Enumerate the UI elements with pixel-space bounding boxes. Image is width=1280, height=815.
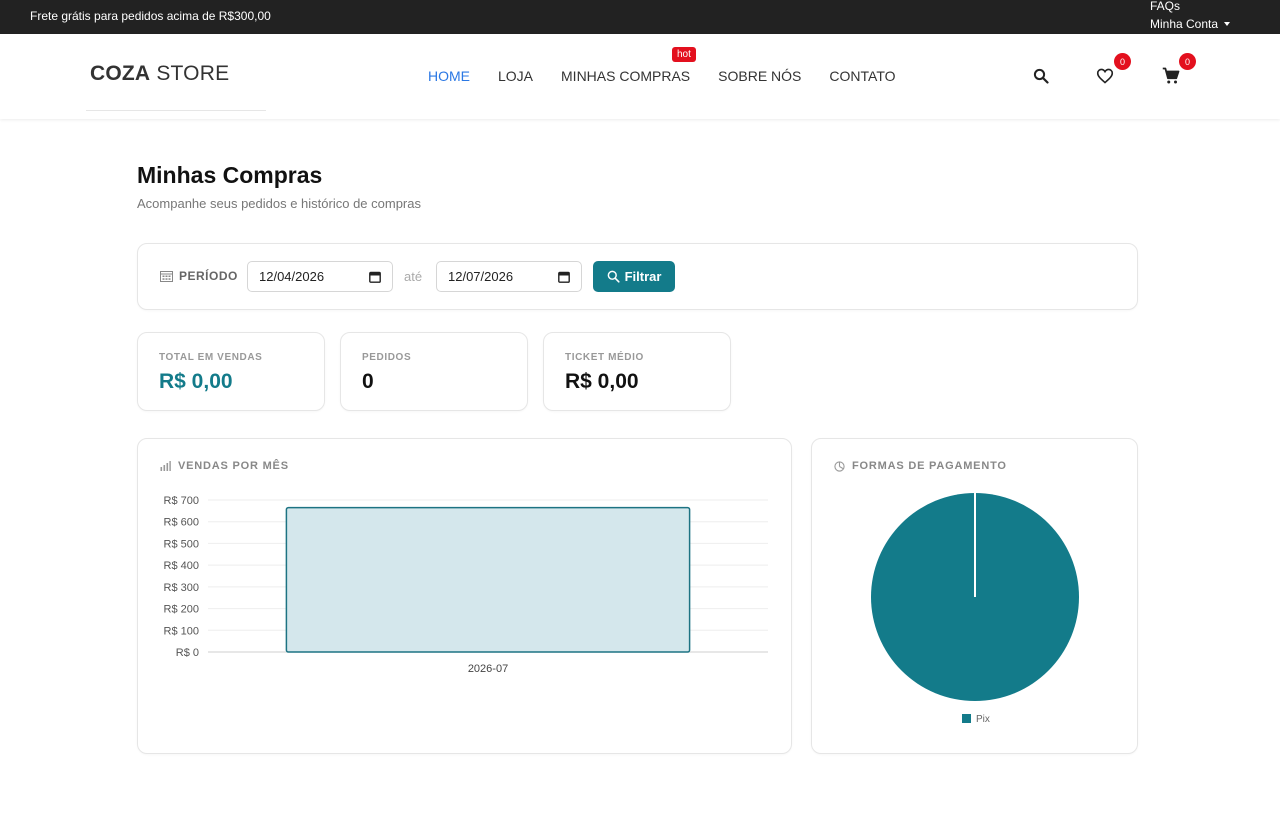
start-date-value: 12/04/2026: [259, 269, 325, 284]
nav-contato[interactable]: CONTATO: [829, 68, 895, 84]
calendar-picker-icon[interactable]: [558, 271, 570, 283]
filter-button-label: Filtrar: [624, 269, 662, 284]
page-title: Minhas Compras: [137, 162, 323, 188]
legend-swatch: [962, 714, 971, 723]
bar-mark[interactable]: [285, 506, 691, 653]
sales-bar-chart: R$ 0 R$ 100 R$ 200 R$ 300 R$ 400 R$ 500 R$ 600…: [164, 495, 768, 675]
stat-value: 0: [362, 370, 374, 393]
hot-badge: hot: [672, 47, 696, 62]
logo-light-text: STORE: [150, 62, 230, 85]
logo-bold-text: COZA: [90, 62, 151, 85]
stat-label: TICKET MÉDIO: [565, 352, 644, 363]
y-tick-label: R$ 200: [164, 604, 199, 616]
main-nav: HOME LOJA MINHAS COMPRAS SOBRE NÓS CONTA…: [428, 68, 924, 84]
account-label: Minha Conta: [1150, 17, 1219, 31]
stat-card-total-sales: TOTAL EM VENDAS R$ 0,00: [137, 332, 325, 411]
logo[interactable]: COZA STORE: [90, 62, 229, 86]
payment-pie-chart: Pix: [871, 493, 1079, 725]
stat-label: TOTAL EM VENDAS: [159, 352, 263, 363]
heart-icon: [1096, 68, 1114, 84]
search-icon: [1033, 68, 1049, 84]
sales-by-month-card: VENDAS POR MÊS R$ 0 R$ 100 R$ 200 R$ 300 R$ …: [137, 438, 792, 754]
wishlist-count-badge: 0: [1114, 53, 1131, 70]
y-tick-label: R$ 300: [164, 582, 199, 594]
nav-loja[interactable]: LOJA: [498, 68, 533, 84]
y-tick-label: R$ 400: [164, 560, 199, 572]
account-menu[interactable]: Minha Conta: [1150, 17, 1231, 31]
period-filter-card: PERÍODO 12/04/2026 até 12/07/2026 Filtra…: [137, 243, 1138, 310]
site-header: COZA STORE HOME LOJA MINHAS COMPRAS SOBR…: [0, 34, 1280, 119]
x-tick-label: 2026-07: [468, 663, 508, 675]
end-date-value: 12/07/2026: [448, 269, 514, 284]
y-tick-label: R$ 500: [164, 538, 199, 550]
cart-button[interactable]: [1161, 66, 1181, 86]
nav-sobre-nos[interactable]: SOBRE NÓS: [718, 68, 801, 84]
search-button[interactable]: [1031, 66, 1051, 86]
nav-home[interactable]: HOME: [428, 68, 470, 84]
top-bar: Frete grátis para pedidos acima de R$300…: [0, 0, 1280, 34]
calendar-icon: [160, 271, 173, 282]
free-shipping-promo: Frete grátis para pedidos acima de R$300…: [30, 9, 271, 23]
filter-button[interactable]: Filtrar: [593, 261, 675, 292]
payment-methods-card: FORMAS DE PAGAMENTO Pix: [811, 438, 1138, 754]
period-label: PERÍODO: [160, 269, 238, 283]
nav-minhas-compras[interactable]: MINHAS COMPRAS: [561, 68, 690, 84]
date-separator: até: [404, 269, 423, 284]
y-tick-label: R$ 0: [176, 647, 199, 659]
end-date-input[interactable]: 12/07/2026: [436, 261, 582, 292]
faqs-link[interactable]: FAQs: [1150, 0, 1180, 13]
calendar-picker-icon[interactable]: [369, 271, 381, 283]
y-tick-label: R$ 600: [164, 517, 199, 529]
chevron-down-icon: [1224, 22, 1231, 26]
cart-count-badge: 0: [1179, 53, 1196, 70]
search-icon: [607, 270, 620, 283]
page-subtitle: Acompanhe seus pedidos e histórico de co…: [137, 196, 421, 211]
stat-value: R$ 0,00: [159, 370, 233, 393]
y-tick-label: R$ 100: [164, 625, 199, 637]
stat-card-average-ticket: TICKET MÉDIO R$ 0,00: [543, 332, 731, 411]
stat-label: PEDIDOS: [362, 352, 412, 363]
period-label-text: PERÍODO: [179, 269, 238, 283]
stat-value: R$ 0,00: [565, 370, 639, 393]
start-date-input[interactable]: 12/04/2026: [247, 261, 393, 292]
logo-divider: [86, 110, 266, 111]
stat-card-orders: PEDIDOS 0: [340, 332, 528, 411]
cart-icon: [1162, 67, 1180, 84]
legend-label: Pix: [976, 714, 990, 725]
y-tick-label: R$ 700: [164, 495, 199, 507]
wishlist-button[interactable]: [1095, 66, 1115, 86]
